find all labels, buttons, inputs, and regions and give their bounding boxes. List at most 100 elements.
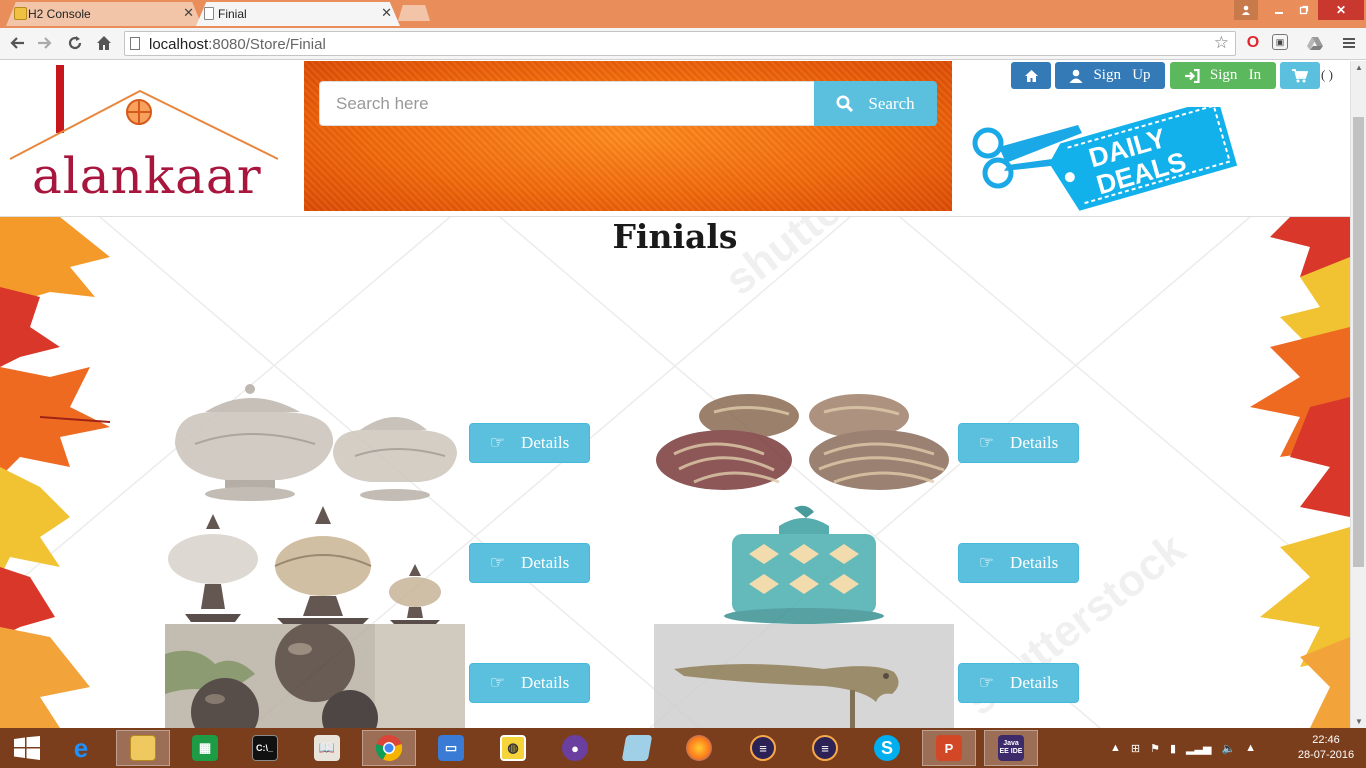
home-icon — [1024, 69, 1038, 82]
browser-titlebar: H2 Console ✕ Finial ✕ ✕ — [0, 0, 1366, 28]
scroll-down-icon[interactable]: ▼ — [1355, 717, 1363, 726]
close-tab-icon[interactable]: ✕ — [183, 5, 194, 21]
signal-icon[interactable]: ▂▃▅ — [1186, 742, 1211, 755]
eclipse-taskbar[interactable]: ≡ — [736, 730, 790, 766]
network-icon[interactable]: ⊞ — [1131, 742, 1140, 755]
start-button[interactable] — [0, 730, 54, 766]
clock-time: 22:46 — [1312, 734, 1340, 746]
system-clock[interactable]: 22:46 28-07-2016 — [1296, 733, 1356, 763]
chrome-icon — [375, 735, 403, 762]
file-explorer-taskbar[interactable] — [116, 730, 170, 766]
sign-in-label: Sign In — [1209, 67, 1262, 83]
search-button-label: Search — [868, 93, 915, 113]
details-label: Details — [521, 433, 570, 452]
details-label: Details — [521, 673, 570, 692]
main-content: shutterstock shutterstock Finials — [0, 217, 1350, 728]
details-button[interactable]: ☞ Details — [469, 663, 590, 703]
opera-extension-icon[interactable]: O — [1244, 34, 1262, 52]
product-image-wooden-urn-finials[interactable] — [165, 384, 465, 504]
scroll-thumb[interactable] — [1353, 117, 1364, 567]
internet-explorer-taskbar[interactable]: e — [54, 730, 108, 766]
octocat-icon: ● — [562, 735, 588, 761]
forward-arrow-icon[interactable] — [34, 32, 56, 54]
scroll-up-icon[interactable]: ▲ — [1355, 63, 1363, 72]
menu-icon[interactable] — [1340, 34, 1358, 52]
eclipse-2-taskbar[interactable]: ≡ — [798, 730, 852, 766]
chrome-taskbar[interactable] — [362, 730, 416, 766]
product-image-teal-lantern-finial[interactable] — [654, 504, 954, 624]
alankaar-logo[interactable]: alankaar — [6, 63, 280, 209]
close-window-icon[interactable]: ✕ — [1318, 0, 1364, 20]
maximize-icon[interactable] — [1292, 0, 1316, 20]
sign-up-button[interactable]: Sign Up — [1055, 62, 1165, 89]
reload-icon[interactable] — [64, 32, 86, 54]
cart-button[interactable] — [1280, 62, 1320, 89]
page-icon — [130, 37, 140, 50]
home-button[interactable] — [1011, 62, 1051, 89]
windows-store-icon: ▦ — [192, 735, 218, 761]
java-ee-ide-taskbar[interactable]: Java EE IDE — [984, 730, 1038, 766]
back-arrow-icon[interactable] — [6, 32, 28, 54]
details-button[interactable]: ☞ Details — [958, 423, 1079, 463]
extension-icon[interactable]: ▣ — [1272, 34, 1288, 50]
reader-taskbar[interactable]: 📖 — [300, 730, 354, 766]
tab-h2-console[interactable]: H2 Console ✕ — [6, 2, 202, 26]
powerpoint-icon: P — [936, 735, 962, 761]
command-prompt-taskbar[interactable]: C:\_ — [238, 730, 292, 766]
details-button[interactable]: ☞ Details — [958, 663, 1079, 703]
product-image-smoky-glass-ball-finials[interactable] — [165, 624, 465, 728]
sign-up-label: Sign Up — [1093, 67, 1151, 83]
folder-icon — [130, 735, 156, 761]
close-tab-icon[interactable]: ✕ — [381, 5, 392, 21]
search-input[interactable] — [319, 81, 815, 126]
browser-toolbar: localhost:8080/Store/Finial ☆ O ▣ — [0, 28, 1366, 60]
github-taskbar[interactable]: ● — [548, 730, 602, 766]
details-button[interactable]: ☞ Details — [469, 423, 590, 463]
notes-taskbar[interactable] — [610, 730, 664, 766]
tab-finial[interactable]: Finial ✕ — [196, 2, 400, 26]
page-scrollbar[interactable]: ▲ ▼ — [1350, 61, 1366, 728]
cart-count: ( ) — [1321, 67, 1333, 82]
shopping-cart-icon — [1292, 68, 1308, 82]
profile-icon[interactable] — [1234, 0, 1258, 20]
skype-taskbar[interactable]: S — [860, 730, 914, 766]
internet-explorer-icon: e — [73, 732, 89, 763]
minimize-icon[interactable] — [1266, 0, 1292, 20]
url-text: localhost:8080/Store/Finial — [149, 36, 326, 53]
search-button[interactable]: Search — [814, 81, 937, 126]
hand-pointer-icon: ☞ — [489, 553, 506, 572]
firefox-taskbar[interactable] — [672, 730, 726, 766]
product-image-iron-crown-finials[interactable] — [165, 504, 465, 624]
hand-pointer-icon: ☞ — [489, 673, 506, 692]
remote-desktop-taskbar[interactable]: ▭ — [424, 730, 478, 766]
page-favicon-icon — [204, 7, 214, 20]
product-image-brass-parrot-finial[interactable] — [654, 624, 954, 728]
show-hidden-icons-icon[interactable]: ▲ — [1110, 742, 1121, 754]
logo-text: alankaar — [32, 147, 262, 205]
database-taskbar[interactable]: ◍ — [486, 730, 540, 766]
powerpoint-taskbar[interactable]: P — [922, 730, 976, 766]
bookmark-star-icon[interactable]: ☆ — [1214, 33, 1229, 53]
sign-in-button[interactable]: Sign In — [1170, 62, 1276, 89]
store-taskbar[interactable]: ▦ — [178, 730, 232, 766]
tab-label: H2 Console — [28, 7, 91, 21]
details-button[interactable]: ☞ Details — [469, 543, 590, 583]
action-center-flag-icon[interactable]: ⚑ — [1150, 742, 1160, 755]
product-image-striped-glass-finials[interactable] — [654, 384, 954, 504]
windows-taskbar: e ▦ C:\_ 📖 ▭ ◍ ● ≡ ≡ S P Java EE IDE ▲ ⊞… — [0, 728, 1366, 768]
h2-favicon-icon — [14, 7, 27, 20]
daily-deals-banner[interactable]: DAILY DEALS — [970, 98, 1240, 217]
drive-extension-icon[interactable] — [1306, 34, 1324, 52]
address-bar[interactable]: localhost:8080/Store/Finial ☆ — [124, 31, 1236, 56]
home-icon[interactable] — [93, 32, 115, 54]
command-prompt-icon: C:\_ — [252, 735, 278, 761]
battery-icon[interactable]: ▮ — [1170, 742, 1176, 755]
details-button[interactable]: ☞ Details — [958, 543, 1079, 583]
search-banner: Search — [304, 61, 952, 211]
volume-icon[interactable]: 🔈 — [1221, 742, 1235, 755]
new-tab-button[interactable] — [398, 5, 430, 21]
search-icon — [836, 95, 854, 112]
hand-pointer-icon: ☞ — [978, 673, 995, 692]
details-label: Details — [521, 553, 570, 572]
google-drive-icon[interactable]: ▲ — [1245, 742, 1256, 754]
